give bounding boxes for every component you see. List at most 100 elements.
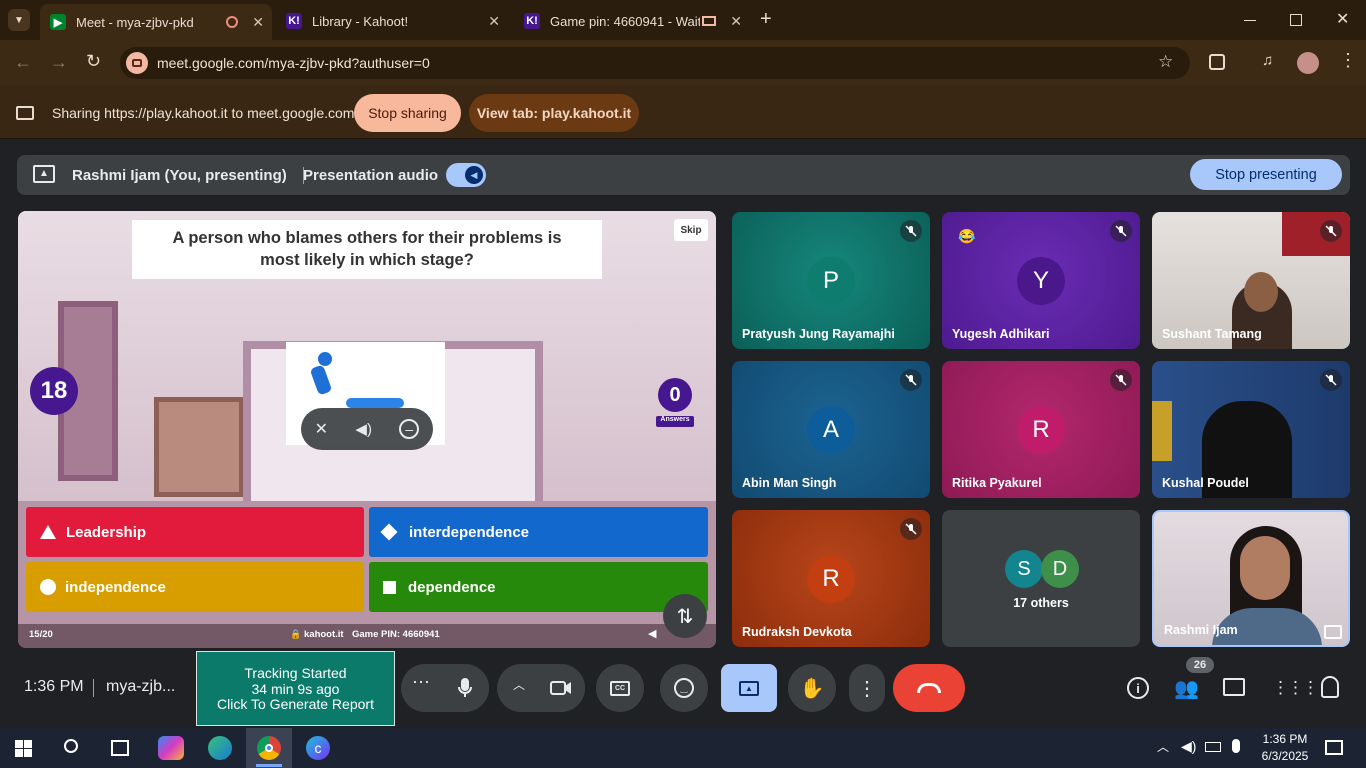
address-bar[interactable]: meet.google.com/mya-zjbv-pkd?authuser=0 …: [120, 47, 1190, 79]
host-controls-icon[interactable]: [1321, 676, 1339, 698]
canva-icon[interactable]: c: [306, 736, 330, 760]
audio-toggle[interactable]: ◀: [446, 163, 486, 187]
extensions-icon[interactable]: [1209, 54, 1225, 70]
close-tab-icon[interactable]: ✕: [488, 13, 500, 30]
present-icon: ▲: [33, 165, 55, 183]
mic-off-icon: [1320, 369, 1342, 391]
swap-layout-button[interactable]: ⇅: [663, 594, 707, 638]
bookmark-star-icon[interactable]: ☆: [1158, 52, 1173, 72]
battery-icon[interactable]: [1205, 742, 1221, 752]
answer-independence[interactable]: independence: [26, 562, 364, 612]
start-icon[interactable]: [15, 740, 32, 757]
volume-tray-icon[interactable]: ◀): [1181, 738, 1196, 755]
presentation-audio-label: Presentation audio: [303, 167, 439, 184]
tab-kahoot-library[interactable]: K! Library - Kahoot! ✕: [276, 6, 508, 36]
search-icon[interactable]: [64, 739, 78, 753]
question-progress: 15/20: [29, 629, 53, 640]
participant-name: Sushant Tamang: [1162, 327, 1262, 341]
media-icon[interactable]: ♫: [1262, 52, 1273, 69]
minimize-icon[interactable]: [1244, 20, 1256, 21]
tab-search-button[interactable]: ▼: [8, 9, 30, 31]
tab-title: Library - Kahoot!: [312, 13, 409, 29]
reactions-button[interactable]: ‿: [660, 664, 708, 712]
camera-button[interactable]: [537, 664, 585, 712]
restore-icon[interactable]: [1290, 14, 1302, 26]
leave-call-button[interactable]: [893, 664, 965, 712]
chrome-taskbar-item[interactable]: [246, 728, 292, 768]
answer-label: dependence: [408, 578, 496, 596]
forward-icon[interactable]: →: [50, 52, 68, 73]
stop-sharing-button[interactable]: Stop sharing: [354, 94, 461, 132]
meeting-time: 1:36 PM: [24, 678, 84, 695]
shared-screen: A person who blames others for their pro…: [18, 211, 716, 648]
profile-avatar[interactable]: [1297, 52, 1319, 74]
answer-leadership[interactable]: Leadership: [26, 507, 364, 557]
diamond-icon: [380, 523, 398, 541]
microphone-button[interactable]: [441, 664, 489, 712]
meeting-details-icon[interactable]: i: [1127, 677, 1149, 699]
volume-icon: ◀: [465, 166, 483, 184]
self-tile[interactable]: Rashmi Ijam: [1152, 510, 1350, 647]
tab-meet[interactable]: ▶ Meet - mya-zjbv-pkd ✕: [40, 4, 272, 40]
others-tile[interactable]: S D 17 others: [942, 510, 1140, 647]
participant-tile[interactable]: P Pratyush Jung Rayamajhi: [732, 212, 930, 349]
close-tab-icon[interactable]: ✕: [730, 13, 742, 30]
kahoot-icon: K!: [286, 13, 302, 29]
presenter-name: Rashmi Ijam (You, presenting): [72, 167, 287, 184]
participant-tile[interactable]: Kushal Poudel: [1152, 361, 1350, 498]
chat-icon[interactable]: [1223, 678, 1245, 696]
close-tab-icon[interactable]: ✕: [252, 14, 264, 31]
avatar: A: [807, 406, 855, 454]
participant-name: Pratyush Jung Rayamajhi: [742, 327, 895, 341]
minus-circle-icon[interactable]: –: [399, 419, 420, 439]
present-button[interactable]: ▲: [721, 664, 777, 712]
participant-tile[interactable]: Y 😂 Yugesh Adhikari: [942, 212, 1140, 349]
reaction-emoji: 😂: [958, 228, 976, 244]
more-options-button[interactable]: ⋮: [849, 664, 885, 712]
tab-game-pin[interactable]: K! Game pin: 4660941 - Waitin ✕: [514, 6, 750, 36]
mute-video-icon[interactable]: ✕: [315, 419, 328, 439]
activities-icon[interactable]: ⋮⋮⋮: [1272, 678, 1319, 698]
task-view-icon[interactable]: [111, 740, 129, 756]
volume-icon[interactable]: ◀): [355, 420, 372, 438]
video-options-icon[interactable]: ︿: [513, 676, 525, 693]
tracking-report-button[interactable]: Tracking Started 34 min 9s ago Click To …: [196, 651, 395, 726]
sharing-infobar: Sharing https://play.kahoot.it to meet.g…: [0, 86, 1366, 139]
participant-tile[interactable]: A Abin Man Singh: [732, 361, 930, 498]
pip-icon[interactable]: [1324, 625, 1342, 639]
back-icon[interactable]: ←: [14, 52, 32, 73]
circle-icon: [40, 579, 56, 595]
edge-icon[interactable]: [208, 736, 232, 760]
captions-button[interactable]: CC: [596, 664, 644, 712]
view-tab-button[interactable]: View tab: play.kahoot.it: [469, 94, 639, 132]
present-screen-icon: ▲: [739, 680, 759, 696]
close-window-icon[interactable]: ✕: [1336, 9, 1349, 29]
participant-tile[interactable]: R Rudraksh Devkota: [732, 510, 930, 647]
menu-icon[interactable]: ⋮: [1339, 50, 1357, 71]
avatar: Y: [1017, 257, 1065, 305]
answer-interdependence[interactable]: interdependence: [369, 507, 708, 557]
mic-tray-icon[interactable]: [1232, 739, 1240, 753]
more-vert-icon: ⋮: [857, 677, 877, 700]
new-tab-icon[interactable]: +: [760, 8, 772, 31]
audio-options-icon[interactable]: ⋯: [412, 672, 430, 693]
participant-tile[interactable]: Sushant Tamang: [1152, 212, 1350, 349]
camera-icon[interactable]: [126, 52, 148, 74]
participant-tile[interactable]: R Ritika Pyakurel: [942, 361, 1140, 498]
sharing-text: Sharing https://play.kahoot.it to meet.g…: [52, 105, 355, 121]
participant-name: Kushal Poudel: [1162, 476, 1249, 490]
skip-button[interactable]: Skip: [674, 219, 708, 241]
reload-icon[interactable]: ↻: [86, 51, 101, 72]
answer-dependence[interactable]: dependence: [369, 562, 708, 612]
stop-presenting-button[interactable]: Stop presenting: [1190, 159, 1342, 190]
notifications-icon[interactable]: [1325, 740, 1343, 755]
url-text: meet.google.com/mya-zjbv-pkd?authuser=0: [157, 55, 430, 71]
raise-hand-button[interactable]: ✋: [788, 664, 836, 712]
sound-icon[interactable]: ◀: [648, 627, 656, 640]
tracking-line: Tracking Started: [244, 665, 347, 681]
people-icon[interactable]: 👥: [1174, 676, 1199, 701]
m365-icon[interactable]: [158, 736, 184, 760]
taskbar-time: 1:36 PM: [1262, 732, 1308, 746]
game-pin-text: Game PIN: 4660941: [352, 629, 440, 640]
tray-chevron-icon[interactable]: ︿: [1157, 738, 1169, 755]
